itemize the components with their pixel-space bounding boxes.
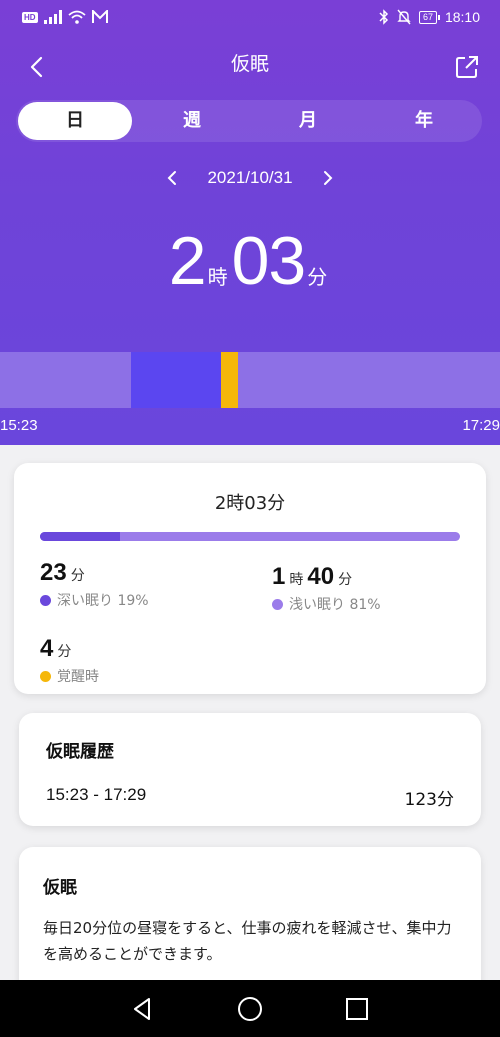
awake-dot (40, 670, 51, 682)
bluetooth-icon (379, 9, 388, 25)
tab-month[interactable]: 月 (250, 100, 366, 142)
deep-sleep-dot (40, 594, 51, 606)
next-date-button[interactable] (321, 168, 335, 188)
deep-sleep-unit: 分 (70, 568, 85, 584)
share-button[interactable] (454, 54, 480, 80)
tab-week[interactable]: 週 (134, 100, 250, 142)
date-navigator: 2021/10/31 (0, 163, 500, 193)
history-minutes: 123分 (404, 790, 454, 810)
signal-icon (43, 10, 62, 24)
timeline-start-time: 15:23 (0, 417, 38, 434)
sleep-timeline (0, 352, 500, 408)
period-tabs: 日 週 月 年 (16, 100, 482, 142)
awake-label: 覚醒時 (57, 669, 99, 685)
history-time-range: 15:23 - 17:29 (46, 785, 147, 804)
system-recents-button[interactable] (344, 996, 370, 1022)
share-icon (456, 56, 478, 78)
light-sleep-label: 浅い眠り 81% (289, 597, 381, 613)
nap-history-card[interactable]: 仮眠履歴 15:23 - 17:29 123分 (19, 713, 481, 826)
page-title: 仮眠 (230, 53, 269, 75)
deep-sleep-value: 23 (40, 559, 67, 586)
info-description: 毎日20分位の昼寝をすると、仕事の疲れを軽減させ、集中力を高めることができます。 (43, 919, 452, 963)
duration-hour-unit: 時 (207, 265, 228, 289)
light-sleep-minute-unit: 分 (338, 572, 353, 588)
light-sleep-hour-unit: 時 (289, 572, 304, 588)
awake-value: 4 (40, 635, 54, 662)
system-navigation-bar (0, 980, 500, 1037)
timeline-end-time: 17:29 (462, 417, 500, 434)
system-home-button[interactable] (237, 996, 263, 1022)
nap-info-card: 仮眠 毎日20分位の昼寝をすると、仕事の疲れを軽減させ、集中力を高めることができ… (19, 847, 481, 997)
sleep-ratio-bar (40, 532, 460, 541)
deep-sleep-label: 深い眠り 19% (57, 593, 149, 609)
status-bar: HD 67 18:10 (0, 0, 500, 38)
deep-sleep-bar-fill (40, 532, 120, 541)
sleep-summary-card: 2時03分 23 分 深い眠り 19% 1 時 40 分 浅い眠り 81% 4分 覚醒時 (14, 463, 486, 694)
duration-minute-unit: 分 (307, 265, 328, 289)
timeline-segment-light (0, 352, 131, 408)
deep-sleep-stat: 23 分 深い眠り 19% (40, 559, 149, 610)
info-title: 仮眠 (43, 878, 77, 898)
light-sleep-minutes: 40 (307, 563, 335, 590)
clock: 18:10 (444, 9, 480, 25)
duration-minutes: 03 (231, 223, 307, 299)
tab-day[interactable]: 日 (18, 102, 132, 140)
light-sleep-hours: 1 (272, 563, 286, 590)
tab-year[interactable]: 年 (366, 100, 482, 142)
nap-duration: 2 時03 分 (0, 222, 500, 300)
duration-hours: 2 (168, 223, 207, 299)
awake-unit: 分 (57, 644, 72, 660)
light-sleep-stat: 1 時 40 分 浅い眠り 81% (272, 563, 381, 614)
light-sleep-dot (272, 598, 283, 610)
awake-stat: 4分 覚醒時 (40, 635, 99, 686)
app-header: 仮眠 (0, 38, 500, 98)
hd-badge: HD (22, 11, 38, 23)
timeline-segment-light (238, 352, 500, 408)
mute-bell-icon (397, 9, 411, 25)
mail-icon (91, 10, 108, 23)
previous-date-button[interactable] (165, 168, 179, 188)
summary-total: 2時03分 (214, 493, 286, 514)
timeline-segment-deep (131, 352, 221, 408)
wifi-icon (67, 10, 86, 24)
current-date: 2021/10/31 (207, 168, 293, 187)
system-back-button[interactable] (130, 996, 156, 1022)
battery-indicator: 67 (418, 10, 440, 24)
timeline-segment-awake (221, 352, 238, 408)
history-title: 仮眠履歴 (46, 742, 114, 762)
